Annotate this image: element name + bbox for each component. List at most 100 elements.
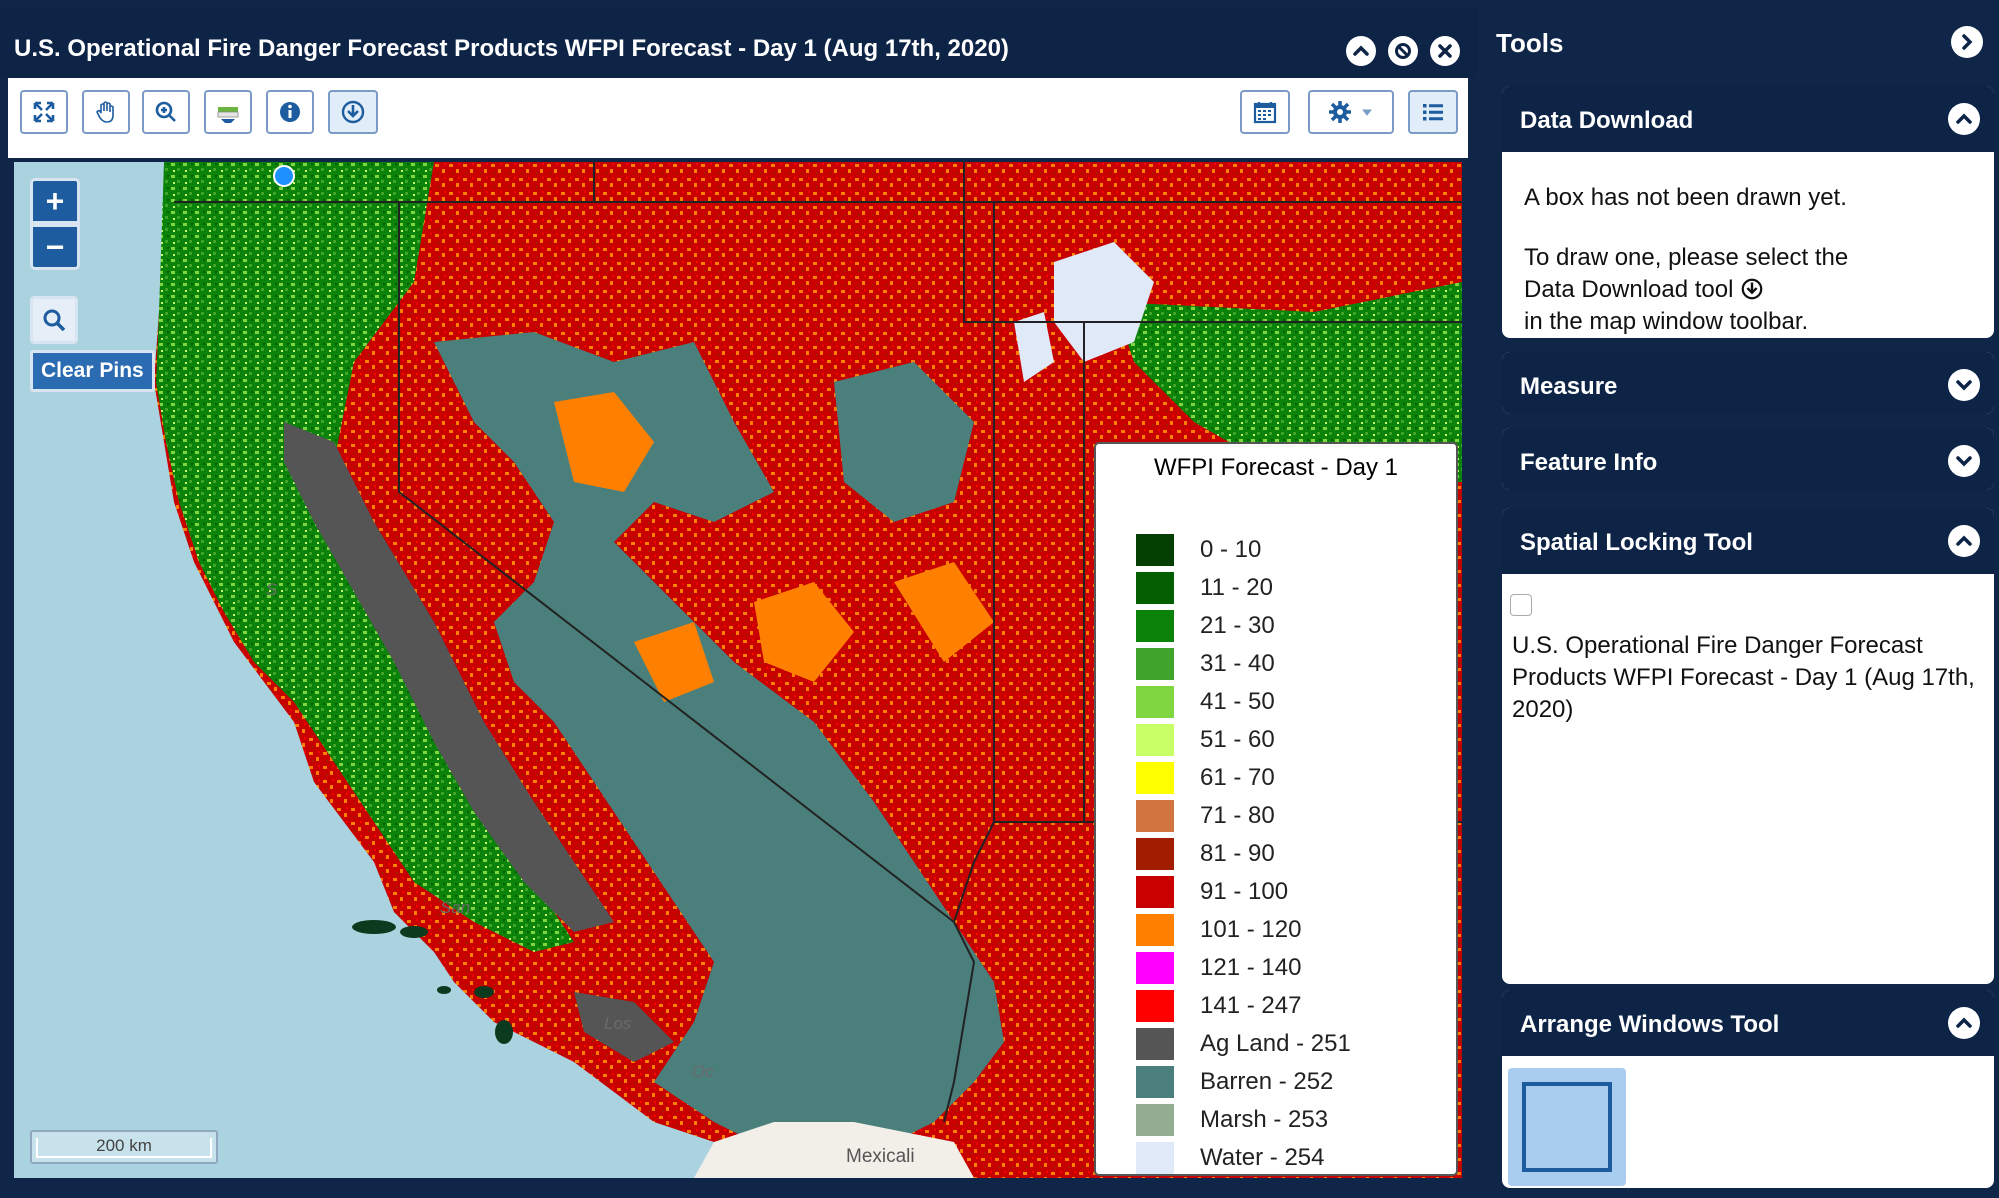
legend-swatch [1136, 572, 1174, 604]
hand-icon [96, 101, 114, 123]
legend-item: 41 - 50 [1136, 686, 1275, 718]
arrange-windows-panel: Arrange Windows Tool [1500, 988, 1996, 1190]
legend-item: 0 - 10 [1136, 534, 1261, 566]
arrange-windows-collapse-button[interactable] [1948, 1007, 1980, 1039]
tools-header: Tools [1496, 28, 1564, 58]
legend-swatch [1136, 762, 1174, 794]
spatial-locking-title: Spatial Locking Tool [1520, 529, 1753, 556]
data-download-status: A box has not been drawn yet. [1524, 184, 1847, 211]
collapse-window-button[interactable] [1346, 36, 1376, 66]
legend-swatch [1136, 686, 1174, 718]
chevron-up-icon [1956, 535, 1972, 546]
legend-label: 0 - 10 [1200, 536, 1262, 563]
layers-identify-icon [217, 107, 239, 123]
chevron-up-icon [1956, 1017, 1972, 1028]
zoom-in-tool-button[interactable] [142, 90, 190, 134]
pan-button[interactable] [82, 90, 130, 134]
data-download-instruction-1: To draw one, please select the [1524, 244, 1849, 271]
feature-info-title: Feature Info [1520, 449, 1658, 476]
spatial-locking-header[interactable]: Spatial Locking Tool [1502, 508, 1994, 574]
measure-expand-button[interactable] [1948, 369, 1980, 401]
chevron-up-icon [1353, 45, 1369, 56]
map-canvas[interactable]: + − Clear Pins S San Los Oc Mexicali 200… [14, 162, 1462, 1178]
legend-label: 81 - 90 [1200, 840, 1275, 867]
identify-tool-button[interactable] [204, 90, 252, 134]
place-label-oc: Oc [692, 1062, 714, 1081]
hide-window-button[interactable] [1388, 36, 1418, 66]
chevron-right-icon [1962, 34, 1973, 50]
legend-label: Marsh - 253 [1200, 1106, 1329, 1133]
data-download-header[interactable]: Data Download [1502, 86, 1994, 152]
legend-swatch [1136, 838, 1174, 870]
place-label-san: San [440, 898, 471, 917]
legend-label: 11 - 20 [1200, 574, 1273, 601]
calendar-button[interactable] [1240, 90, 1290, 134]
close-window-button[interactable] [1430, 36, 1460, 66]
legend-item: 141 - 247 [1136, 990, 1301, 1022]
legend-item: Marsh - 253 [1136, 1104, 1328, 1136]
legend-list-button[interactable] [1408, 90, 1458, 134]
legend-label: 141 - 247 [1200, 992, 1302, 1019]
legend-item: Ag Land - 251 [1136, 1028, 1351, 1060]
magnify-plus-icon [155, 101, 176, 122]
info-tool-button[interactable] [266, 90, 314, 134]
zoom-in-button[interactable]: + [30, 178, 80, 224]
expand-arrows-icon [33, 101, 55, 123]
legend-item: 51 - 60 [1136, 724, 1275, 756]
place-label-s: S [266, 580, 278, 599]
legend-label: 51 - 60 [1200, 726, 1275, 753]
feature-info-panel[interactable]: Feature Info [1500, 426, 1996, 492]
settings-dropdown-button[interactable] [1308, 90, 1394, 134]
legend-swatch [1136, 952, 1174, 984]
legend-swatch [1136, 1104, 1174, 1136]
caret-down-icon [1362, 109, 1372, 116]
legend-swatch [1136, 534, 1174, 566]
legend-label: 61 - 70 [1200, 764, 1275, 791]
search-icon [43, 309, 66, 332]
feature-info-expand-button[interactable] [1948, 445, 1980, 477]
legend-item: 101 - 120 [1136, 914, 1301, 946]
spatial-lock-checkbox[interactable] [1510, 594, 1532, 616]
legend-label: Water - 254 [1200, 1144, 1325, 1171]
measure-header[interactable]: Measure [1502, 352, 1994, 414]
legend-swatch [1136, 876, 1174, 908]
spatial-lock-layer-line-3: 2020) [1512, 696, 1574, 723]
hide-icon [1395, 43, 1411, 59]
close-icon [1438, 44, 1452, 58]
legend-title: WFPI Forecast - Day 1 [1153, 454, 1399, 481]
data-download-tool-name: Data Download tool [1524, 276, 1734, 303]
data-download-title: Data Download [1520, 107, 1694, 134]
legend-item: 91 - 100 [1136, 876, 1288, 908]
legend-item: 21 - 30 [1136, 610, 1275, 642]
data-download-instruction-3: in the map window toolbar. [1524, 308, 1809, 335]
arrange-windows-title: Arrange Windows Tool [1520, 1011, 1780, 1038]
place-label-los: Los [604, 1014, 632, 1033]
spatial-locking-collapse-button[interactable] [1948, 525, 1980, 557]
download-circle-icon [1741, 278, 1763, 300]
single-window-layout-button[interactable] [1508, 1068, 1626, 1186]
list-icon [1423, 104, 1443, 121]
arrange-windows-header[interactable]: Arrange Windows Tool [1502, 990, 1994, 1056]
download-circle-icon [341, 100, 365, 124]
legend-item: 121 - 140 [1136, 952, 1301, 984]
data-download-tool-button[interactable] [328, 90, 378, 134]
map-search-button[interactable] [30, 296, 78, 344]
legend-label: 41 - 50 [1200, 688, 1275, 715]
legend-swatch [1136, 1066, 1174, 1098]
clear-pins-button[interactable]: Clear Pins [30, 350, 155, 392]
feature-info-header[interactable]: Feature Info [1502, 428, 1994, 490]
full-extent-button[interactable] [20, 90, 68, 134]
data-download-collapse-button[interactable] [1948, 103, 1980, 135]
spatial-lock-layer-line-1: U.S. Operational Fire Danger Forecast [1512, 632, 1923, 659]
scale-bar-label: 200 km [36, 1137, 212, 1158]
legend-item: 31 - 40 [1136, 648, 1275, 680]
chevron-up-icon [1956, 113, 1972, 124]
legend-label: 101 - 120 [1200, 916, 1302, 943]
tools-expand-button[interactable] [1951, 26, 1983, 58]
legend-swatch [1136, 648, 1174, 680]
legend-label: 121 - 140 [1200, 954, 1302, 981]
measure-panel[interactable]: Measure [1500, 350, 1996, 416]
zoom-out-button[interactable]: − [30, 224, 80, 270]
legend-label: 21 - 30 [1200, 612, 1275, 639]
calendar-icon [1253, 102, 1277, 124]
